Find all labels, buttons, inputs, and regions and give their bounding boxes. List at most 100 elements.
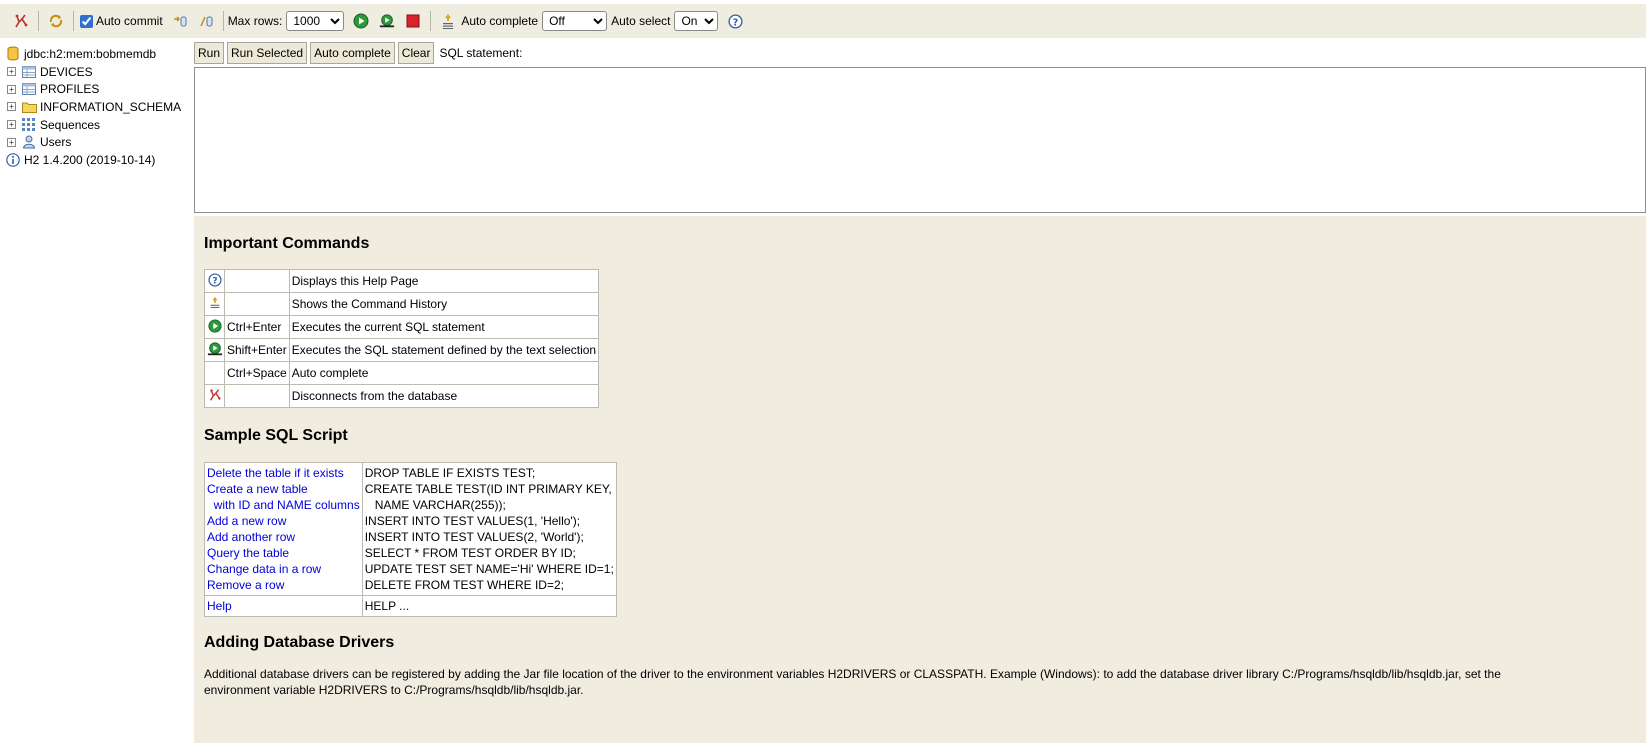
tree-item-label: Users xyxy=(40,135,72,150)
sample-link-query-table[interactable]: Query the table xyxy=(207,546,289,560)
sample-link-cell: Add another row xyxy=(204,529,363,545)
sample-link-columns[interactable]: with ID and NAME columns xyxy=(207,498,360,512)
tree-item-profiles[interactable]: + PROFILES xyxy=(0,81,99,99)
expand-icon[interactable]: + xyxy=(7,84,16,94)
auto-commit-checkbox[interactable] xyxy=(80,14,93,28)
description-cell: Disconnects from the database xyxy=(288,384,600,408)
run-selected-button[interactable]: Run Selected xyxy=(227,42,308,64)
history-icon xyxy=(204,292,225,316)
shortcut-cell xyxy=(224,269,290,293)
drivers-text: Additional database drivers can be regis… xyxy=(204,667,1501,697)
refresh-icon[interactable] xyxy=(48,13,64,29)
table-row: Shows the Command History xyxy=(204,292,600,316)
tree-connection[interactable]: jdbc:h2:mem:bobmemdb xyxy=(0,45,156,63)
commands-table: ? Displays this Help Page Shows the Comm… xyxy=(204,269,600,408)
toolbar-separator xyxy=(430,11,432,31)
description-cell: Executes the SQL statement defined by th… xyxy=(288,338,600,362)
table-row: Create a new table CREATE TABLE TEST(ID … xyxy=(204,481,617,497)
important-commands-title: Important Commands xyxy=(204,235,370,252)
toolbar-separator xyxy=(222,11,224,31)
tree-item-information-schema[interactable]: + INFORMATION_SCHEMA xyxy=(0,98,181,116)
stop-icon[interactable] xyxy=(405,13,421,29)
table-icon xyxy=(21,64,37,80)
auto-complete-label: Auto complete xyxy=(461,14,539,28)
tree-item-users[interactable]: + Users xyxy=(0,133,71,151)
sample-link-cell: Query the table xyxy=(204,545,363,561)
sql-statement-input[interactable] xyxy=(194,67,1646,213)
table-row: Ctrl+Space Auto complete xyxy=(204,361,600,385)
folder-icon xyxy=(21,99,37,115)
table-row: Add a new row INSERT INTO TEST VALUES(1,… xyxy=(204,513,617,529)
max-rows-select[interactable]: 1000 xyxy=(286,11,345,31)
sample-link-add-another-row[interactable]: Add another row xyxy=(207,530,295,544)
toolbar-separator xyxy=(73,11,74,31)
description-cell: Auto complete xyxy=(288,361,600,385)
tree-version-label: H2 1.4.200 (2019-10-14) xyxy=(24,152,156,167)
description-cell: Displays this Help Page xyxy=(288,269,600,293)
help-icon: ? xyxy=(204,269,225,293)
drivers-title: Adding Database Drivers xyxy=(204,634,395,651)
help-icon[interactable]: ? xyxy=(727,13,743,29)
auto-select-select[interactable]: On xyxy=(674,11,719,31)
auto-commit-label: Auto commit xyxy=(96,14,163,28)
rollback-icon[interactable] xyxy=(198,13,214,29)
tree-item-sequences[interactable]: + Sequences xyxy=(0,116,100,134)
expand-icon[interactable]: + xyxy=(7,120,16,130)
table-row: with ID and NAME columns NAME VARCHAR(25… xyxy=(204,497,617,513)
sample-script-title: Sample SQL Script xyxy=(204,427,348,444)
database-icon xyxy=(5,46,21,62)
disconnect-icon xyxy=(204,384,225,408)
sql-button-bar: Run Run Selected Auto complete Clear SQL… xyxy=(194,42,522,64)
sample-link-change-data[interactable]: Change data in a row xyxy=(207,562,321,576)
table-row: Change data in a row UPDATE TEST SET NAM… xyxy=(204,561,617,577)
sample-sql-cell: DELETE FROM TEST WHERE ID=2; xyxy=(364,578,564,592)
auto-complete-select[interactable]: Off xyxy=(542,11,608,31)
tree-item-label: PROFILES xyxy=(40,82,100,97)
sequences-icon xyxy=(21,117,37,133)
sample-link-remove-row[interactable]: Remove a row xyxy=(207,578,284,592)
max-rows-label: Max rows: xyxy=(227,14,283,28)
description-cell: Executes the current SQL statement xyxy=(288,315,600,339)
run-selected-icon[interactable] xyxy=(379,13,395,29)
help-panel: Important Commands ? Displays this Help … xyxy=(194,216,1646,743)
users-icon xyxy=(21,134,37,150)
sample-link-delete-table[interactable]: Delete the table if it exists xyxy=(207,466,344,480)
table-row: Disconnects from the database xyxy=(204,384,600,408)
disconnect-icon[interactable] xyxy=(13,13,29,29)
sample-link-cell: Create a new table xyxy=(204,481,363,497)
sample-sql-cell: UPDATE TEST SET NAME='Hi' WHERE ID=1; xyxy=(364,562,614,576)
sample-link-add-row[interactable]: Add a new row xyxy=(207,514,286,528)
table-row: Shift+Enter Executes the SQL statement d… xyxy=(204,338,600,362)
tree-item-devices[interactable]: + DEVICES xyxy=(0,63,93,81)
run-icon[interactable] xyxy=(353,13,369,29)
run-button[interactable]: Run xyxy=(194,42,225,64)
toolbar-separator xyxy=(38,11,39,31)
table-row: Delete the table if it exists DROP TABLE… xyxy=(204,462,617,481)
sample-link-create-table[interactable]: Create a new table xyxy=(207,482,308,496)
sample-link-cell: Help xyxy=(204,595,363,617)
table-row: Remove a row DELETE FROM TEST WHERE ID=2… xyxy=(204,577,617,596)
table-row: Add another row INSERT INTO TEST VALUES(… xyxy=(204,529,617,545)
expand-icon[interactable]: + xyxy=(7,102,16,112)
sample-sql-cell: DROP TABLE IF EXISTS TEST; xyxy=(364,466,536,480)
table-row: Query the table SELECT * FROM TEST ORDER… xyxy=(204,545,617,561)
clear-button[interactable]: Clear xyxy=(397,42,435,64)
history-icon[interactable] xyxy=(440,13,456,29)
expand-icon[interactable]: + xyxy=(7,67,16,77)
shortcut-cell: Shift+Enter xyxy=(224,338,290,362)
tree-item-label: Sequences xyxy=(40,117,101,132)
sample-sql-cell: INSERT INTO TEST VALUES(2, 'World'); xyxy=(364,530,584,544)
tree-item-label: INFORMATION_SCHEMA xyxy=(40,99,182,114)
sample-link-cell: Change data in a row xyxy=(204,561,363,577)
sample-link-cell: with ID and NAME columns xyxy=(204,497,363,513)
sample-sql-cell: SELECT * FROM TEST ORDER BY ID; xyxy=(364,546,576,560)
auto-complete-button[interactable]: Auto complete xyxy=(310,42,395,64)
shortcut-cell: Ctrl+Space xyxy=(224,361,290,385)
sample-sql-cell: CREATE TABLE TEST(ID INT PRIMARY KEY, xyxy=(364,482,612,496)
svg-text:?: ? xyxy=(733,17,738,28)
description-cell: Shows the Command History xyxy=(288,292,600,316)
sample-link-help[interactable]: Help xyxy=(207,599,232,613)
commit-icon[interactable] xyxy=(172,13,188,29)
expand-icon[interactable]: + xyxy=(7,137,16,147)
table-row: Ctrl+Enter Executes the current SQL stat… xyxy=(204,315,600,339)
